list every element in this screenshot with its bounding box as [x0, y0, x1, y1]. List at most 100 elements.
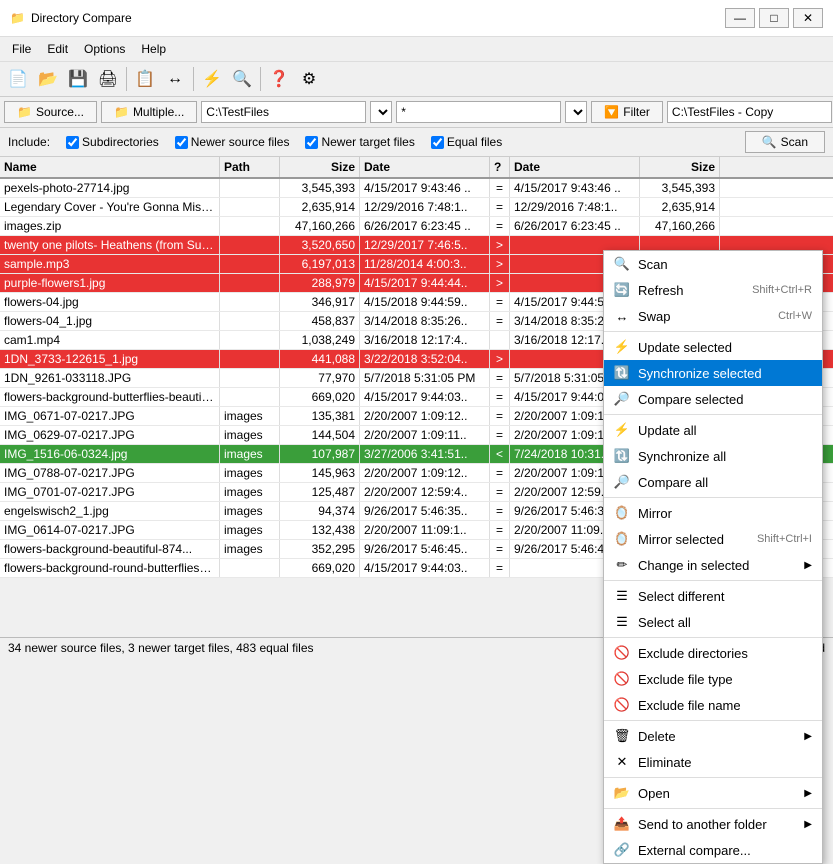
file-path	[220, 350, 280, 368]
open-button[interactable]: 📂	[34, 65, 62, 93]
cm-item-synchronize-selected[interactable]: 🔃 Synchronize selected	[604, 360, 822, 386]
source-path-input[interactable]	[201, 101, 366, 123]
cm-icon-mirror: 🪞	[614, 505, 630, 521]
source-path-select[interactable]	[370, 101, 392, 123]
file-path: images	[220, 502, 280, 520]
file-date: 6/26/2017 6:23:45 ..	[360, 217, 490, 235]
save-button[interactable]: 💾	[64, 65, 92, 93]
menu-options[interactable]: Options	[76, 39, 133, 59]
cm-item-mirror-selected[interactable]: 🪞 Mirror selected Shift+Ctrl+I	[604, 526, 822, 552]
file-path: images	[220, 407, 280, 425]
settings-button[interactable]: ⚙	[295, 65, 323, 93]
minimize-button[interactable]: —	[725, 8, 755, 28]
help-button[interactable]: ❓	[265, 65, 293, 93]
cm-item-compare-all[interactable]: 🔎 Compare all	[604, 469, 822, 495]
cm-item-exclude-file-name[interactable]: 🚫 Exclude file name	[604, 692, 822, 718]
newer-source-checkbox[interactable]: Newer source files	[175, 135, 290, 149]
cm-sep-after-swap	[604, 331, 822, 332]
menu-file[interactable]: File	[4, 39, 39, 59]
cm-item-send-to-folder[interactable]: 📤 Send to another folder ▶	[604, 811, 822, 837]
cm-item-compare-selected[interactable]: 🔎 Compare selected	[604, 386, 822, 412]
cm-item-scan[interactable]: 🔍 Scan	[604, 251, 822, 277]
cm-item-external-compare[interactable]: 🔗 External compare...	[604, 837, 822, 863]
file-name: flowers-background-round-butterflies-bea…	[0, 559, 220, 577]
file-date: 5/7/2018 5:31:05 PM	[360, 369, 490, 387]
file-name: flowers-background-butterflies-beautiful…	[0, 388, 220, 406]
file-header: Name Path Size Date ? Date Size	[0, 157, 833, 179]
file-date: 11/28/2014 4:00:3..	[360, 255, 490, 273]
filter-button[interactable]: 🔽 Filter	[591, 101, 663, 123]
scan-button[interactable]: 🔍 Scan	[745, 131, 825, 153]
compare-button[interactable]: 🔍	[228, 65, 256, 93]
cm-item-refresh[interactable]: 🔄 Refresh Shift+Ctrl+R	[604, 277, 822, 303]
cm-item-exclude-file-type[interactable]: 🚫 Exclude file type	[604, 666, 822, 692]
file-ind: =	[490, 217, 510, 235]
cm-label-refresh: Refresh	[638, 283, 744, 298]
cm-label-scan: Scan	[638, 257, 812, 272]
file-size2: 2,635,914	[640, 198, 720, 216]
filter-select[interactable]	[565, 101, 587, 123]
file-date2: 6/26/2017 6:23:45 ..	[510, 217, 640, 235]
filter-input[interactable]	[396, 101, 561, 123]
cm-item-eliminate[interactable]: ✕ Eliminate	[604, 749, 822, 775]
file-size: 346,917	[280, 293, 360, 311]
menu-help[interactable]: Help	[133, 39, 174, 59]
cm-item-mirror[interactable]: 🪞 Mirror	[604, 500, 822, 526]
file-size: 1,038,249	[280, 331, 360, 349]
close-button[interactable]: ✕	[793, 8, 823, 28]
clipboard-button[interactable]: 📋	[131, 65, 159, 93]
header-ind: ?	[490, 157, 510, 177]
maximize-button[interactable]: □	[759, 8, 789, 28]
cm-item-open[interactable]: 📂 Open ▶	[604, 780, 822, 806]
multiple-label1: Multiple...	[133, 105, 184, 119]
titlebar-controls: — □ ✕	[725, 8, 823, 28]
table-row[interactable]: pexels-photo-27714.jpg 3,545,393 4/15/20…	[0, 179, 833, 198]
titlebar: 📁 Directory Compare — □ ✕	[0, 0, 833, 37]
cm-icon-synchronize-selected: 🔃	[614, 365, 630, 381]
subdirectories-checkbox[interactable]: Subdirectories	[66, 135, 159, 149]
menubar: File Edit Options Help	[0, 37, 833, 62]
file-ind: >	[490, 350, 510, 368]
cm-sep-after-eliminate	[604, 777, 822, 778]
save-all-button[interactable]: 🖨	[94, 65, 122, 93]
file-path	[220, 369, 280, 387]
file-ind: =	[490, 464, 510, 482]
swap-button[interactable]: ↔	[161, 65, 189, 93]
source-button[interactable]: 📁 Source...	[4, 101, 97, 123]
cm-item-change-in-selected[interactable]: ✏ Change in selected ▶	[604, 552, 822, 578]
file-size: 2,635,914	[280, 198, 360, 216]
cm-item-update-selected[interactable]: ⚡ Update selected	[604, 334, 822, 360]
cm-sep-after-exclude-file-name	[604, 720, 822, 721]
file-path	[220, 293, 280, 311]
table-row[interactable]: images.zip 47,160,266 6/26/2017 6:23:45 …	[0, 217, 833, 236]
toolbar-sep1	[126, 67, 127, 91]
file-name: engelswisch2_1.jpg	[0, 502, 220, 520]
cm-item-delete[interactable]: 🗑 Delete ▶	[604, 723, 822, 749]
target-path-input[interactable]	[667, 101, 832, 123]
equal-files-checkbox[interactable]: Equal files	[431, 135, 502, 149]
file-size2: 47,160,266	[640, 217, 720, 235]
cm-item-swap[interactable]: ↔ Swap Ctrl+W	[604, 303, 822, 329]
cm-sep-after-select-all	[604, 637, 822, 638]
file-date: 12/29/2016 7:48:1..	[360, 198, 490, 216]
cm-icon-update-all: ⚡	[614, 422, 630, 438]
cm-label-select-different: Select different	[638, 589, 812, 604]
new-button[interactable]: 📄	[4, 65, 32, 93]
sync-buttons[interactable]: ⚡	[198, 65, 226, 93]
cm-item-select-all[interactable]: ☰ Select all	[604, 609, 822, 635]
cm-item-exclude-dirs[interactable]: 🚫 Exclude directories	[604, 640, 822, 666]
table-row[interactable]: Legendary Cover - You're Gonna Miss Me .…	[0, 198, 833, 217]
menu-edit[interactable]: Edit	[39, 39, 76, 59]
newer-target-checkbox[interactable]: Newer target files	[305, 135, 414, 149]
multiple-btn1[interactable]: 📁 Multiple...	[101, 101, 197, 123]
cm-item-update-all[interactable]: ⚡ Update all	[604, 417, 822, 443]
file-date: 9/26/2017 5:46:35..	[360, 502, 490, 520]
file-name: twenty one pilots- Heathens (from Suicid…	[0, 236, 220, 254]
file-ind: >	[490, 274, 510, 292]
cm-item-select-different[interactable]: ☰ Select different	[604, 583, 822, 609]
context-menu: 🔍 Scan 🔄 Refresh Shift+Ctrl+R ↔ Swap Ctr…	[603, 250, 823, 864]
header-size2: Size	[640, 157, 720, 177]
file-name: IMG_0614-07-0217.JPG	[0, 521, 220, 539]
cm-item-synchronize-all[interactable]: 🔃 Synchronize all	[604, 443, 822, 469]
file-ind: >	[490, 255, 510, 273]
